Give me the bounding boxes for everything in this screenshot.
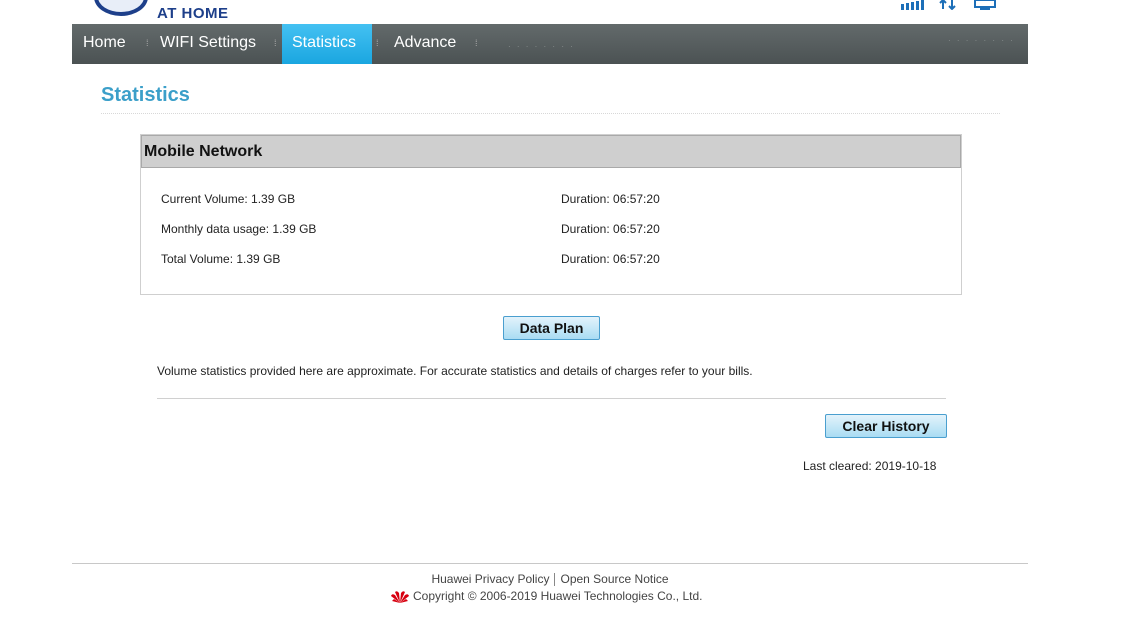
total-volume-label: Total Volume: 1.39 GB bbox=[161, 252, 281, 266]
monthly-usage-label: Monthly data usage: 1.39 GB bbox=[161, 222, 317, 236]
nav-wifi-settings[interactable]: WIFI Settings bbox=[150, 24, 266, 64]
footer-separator bbox=[554, 573, 556, 587]
title-divider bbox=[101, 113, 1000, 114]
current-volume-label: Current Volume: 1.39 GB bbox=[161, 192, 296, 206]
huawei-logo-icon bbox=[391, 591, 409, 603]
logo-band: AT HOME bbox=[72, 0, 1028, 24]
privacy-policy-link[interactable]: Huawei Privacy Policy bbox=[431, 572, 549, 586]
main-navbar: Home ⁞ WIFI Settings ⁞ Statistics ⁞ Adva… bbox=[72, 24, 1028, 64]
nav-decoration: · · · · · · · · bbox=[948, 36, 1015, 45]
nav-advance[interactable]: Advance bbox=[384, 24, 466, 64]
operator-logo bbox=[94, 0, 148, 16]
copyright: Copyright © 2006-2019 Huawei Technologie… bbox=[391, 589, 702, 604]
nav-separator: ⁞ bbox=[376, 38, 379, 48]
total-volume-duration: Duration: 06:57:20 bbox=[561, 252, 660, 266]
brand-tagline: AT HOME bbox=[157, 5, 229, 22]
nav-statistics[interactable]: Statistics bbox=[282, 24, 372, 64]
nav-separator: ⁞ bbox=[475, 38, 478, 48]
copyright-text: Copyright © 2006-2019 Huawei Technologie… bbox=[413, 589, 703, 603]
page-title: Statistics bbox=[101, 84, 190, 106]
note-divider bbox=[157, 398, 946, 399]
open-source-link[interactable]: Open Source Notice bbox=[560, 572, 668, 586]
nav-home[interactable]: Home bbox=[73, 24, 136, 64]
footer-links: Huawei Privacy Policy Open Source Notice bbox=[0, 572, 1100, 587]
nav-separator: ⁞ bbox=[274, 38, 277, 48]
clear-history-button[interactable]: Clear History bbox=[825, 414, 947, 438]
nav-decoration: · · · · · · · · bbox=[508, 42, 575, 51]
volume-note: Volume statistics provided here are appr… bbox=[157, 364, 753, 378]
data-transfer-icon bbox=[939, 0, 956, 10]
signal-icon bbox=[901, 0, 924, 10]
data-plan-button[interactable]: Data Plan bbox=[503, 316, 600, 340]
monthly-usage-duration: Duration: 06:57:20 bbox=[561, 222, 660, 236]
computer-icon bbox=[974, 0, 996, 10]
footer-divider bbox=[72, 563, 1028, 564]
current-volume-duration: Duration: 06:57:20 bbox=[561, 192, 660, 206]
last-cleared-text: Last cleared: 2019-10-18 bbox=[803, 459, 937, 473]
nav-separator: ⁞ bbox=[146, 38, 149, 48]
panel-header: Mobile Network bbox=[141, 135, 961, 168]
mobile-network-panel: Mobile Network Current Volume: 1.39 GB D… bbox=[140, 134, 962, 295]
